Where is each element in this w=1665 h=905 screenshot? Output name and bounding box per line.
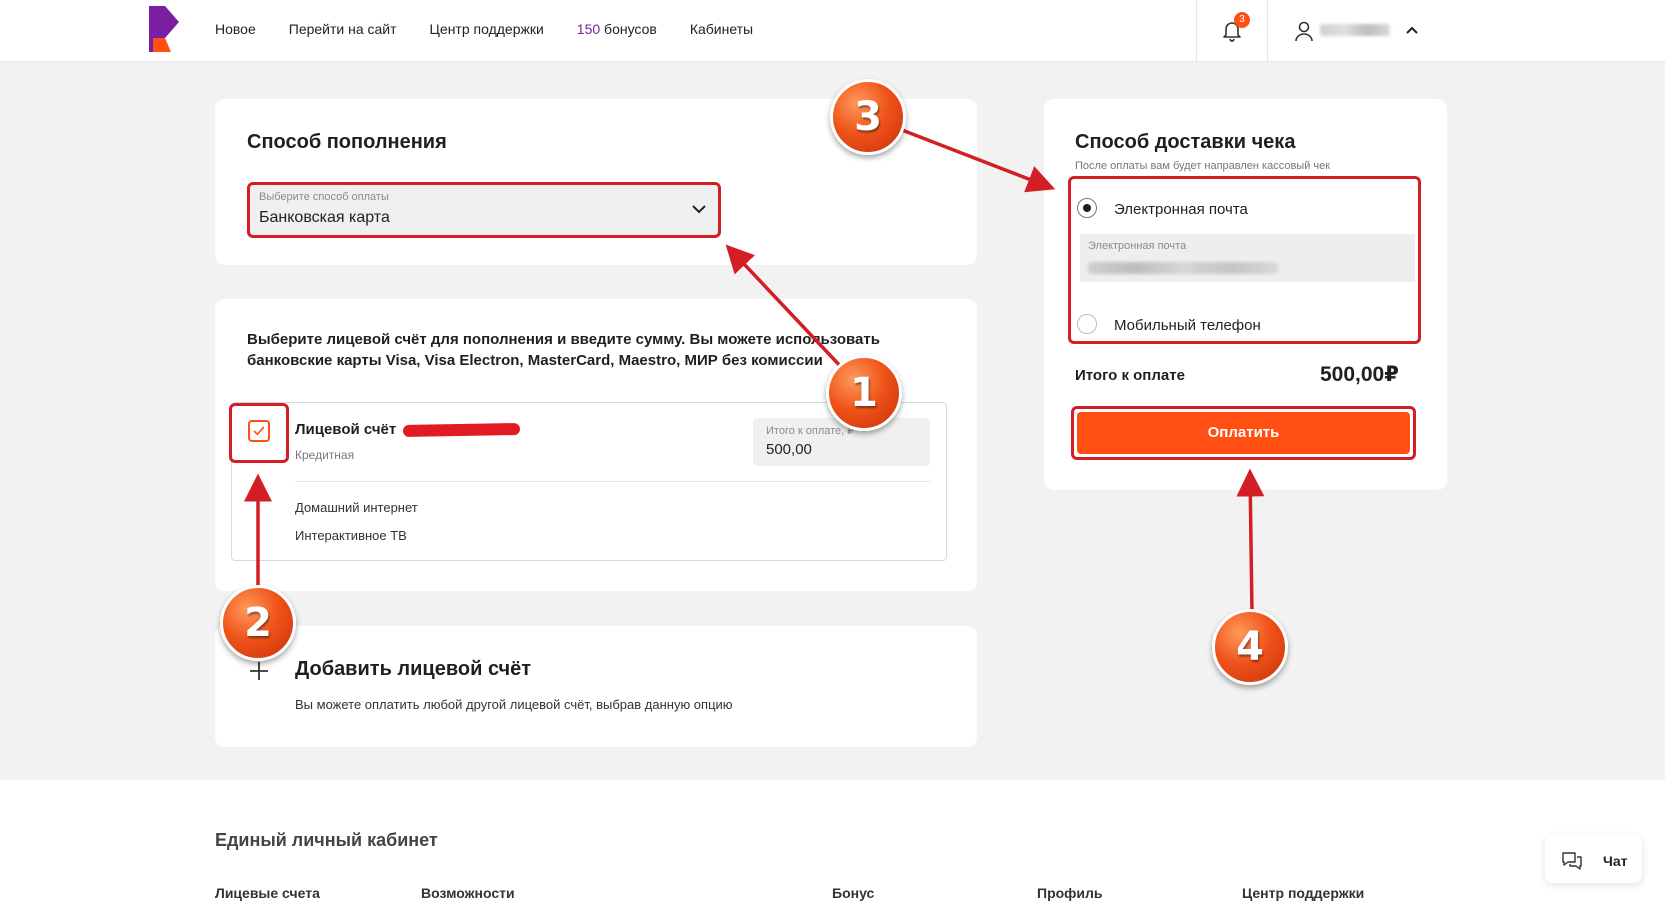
footer-link-features[interactable]: Возможности [421,885,515,901]
add-account-card[interactable] [215,626,977,747]
pay-button[interactable]: Оплатить [1077,412,1410,454]
header-divider [1196,0,1197,62]
total-label: Итого к оплате [1075,367,1185,384]
chevron-up-icon[interactable] [1404,22,1420,38]
nav-new[interactable]: Новое [215,21,256,37]
receipt-title: Способ доставки чека [1075,131,1296,153]
footer-link-bonus[interactable]: Бонус [832,885,874,901]
service-home-internet: Домашний интернет [295,500,418,515]
account-number-redacted [402,422,521,438]
footer-link-support[interactable]: Центр поддержки [1242,885,1364,901]
select-value: Банковская карта [259,209,390,226]
radio-phone[interactable] [1077,314,1097,334]
sum-label: Итого к оплате, ₽ [766,425,855,437]
add-account-description: Вы можете оплатить любой другой лицевой … [295,697,733,712]
header-divider [1267,0,1268,62]
payment-method-title: Способ пополнения [247,131,447,153]
bonus-count: 150 [576,21,601,37]
footer-link-profile[interactable]: Профиль [1037,885,1103,901]
main-nav: Новое Перейти на сайт Центр поддержки 15… [215,21,753,37]
top-header: Новое Перейти на сайт Центр поддержки 15… [0,0,1665,62]
account-title: Лицевой счёт [295,421,397,438]
plus-icon[interactable] [249,661,269,681]
email-value-redacted [1088,262,1278,274]
chat-icon[interactable] [1561,851,1583,871]
account-divider [295,481,930,482]
radio-email-label[interactable]: Электронная почта [1114,201,1248,218]
nav-go-to-site[interactable]: Перейти на сайт [289,21,397,37]
service-interactive-tv: Интерактивное ТВ [295,528,407,543]
annotation-badge-3: 3 [830,79,906,155]
annotation-badge-2: 2 [220,585,296,661]
account-type: Кредитная [295,448,355,462]
select-placeholder: Выберите способ оплаты [259,191,389,203]
nav-cabinets[interactable]: Кабинеты [690,21,753,37]
radio-phone-label[interactable]: Мобильный телефон [1114,317,1261,334]
nav-support-center[interactable]: Центр поддержки [430,21,544,37]
bonus-word: бонусов [604,21,657,37]
footer-title: Единый личный кабинет [215,830,438,850]
arrow-step-4 [1236,468,1265,615]
sum-value: 500,00 [766,441,812,458]
annotation-badge-1: 1 [826,355,902,431]
chat-label[interactable]: Чат [1603,853,1627,869]
accounts-intro-text: Выберите лицевой счёт для пополнения и в… [247,331,880,369]
add-account-title[interactable]: Добавить лицевой счёт [295,658,531,681]
annotation-badge-4: 4 [1212,609,1288,685]
nav-bonuses[interactable]: 150 бонусов [577,21,657,37]
rostelecom-logo-icon[interactable] [145,4,181,54]
email-field-label: Электронная почта [1088,240,1187,252]
total-value: 500,00₽ [1320,363,1399,386]
radio-email[interactable] [1077,198,1097,218]
account-checkbox[interactable] [248,420,270,442]
footer-link-accounts[interactable]: Лицевые счета [215,885,320,901]
notification-badge: 3 [1234,12,1250,28]
receipt-subtitle: После оплаты вам будет направлен кассовы… [1075,160,1331,172]
user-icon[interactable] [1294,20,1314,42]
user-name-redacted[interactable] [1320,24,1390,36]
chevron-down-icon[interactable] [690,200,708,218]
